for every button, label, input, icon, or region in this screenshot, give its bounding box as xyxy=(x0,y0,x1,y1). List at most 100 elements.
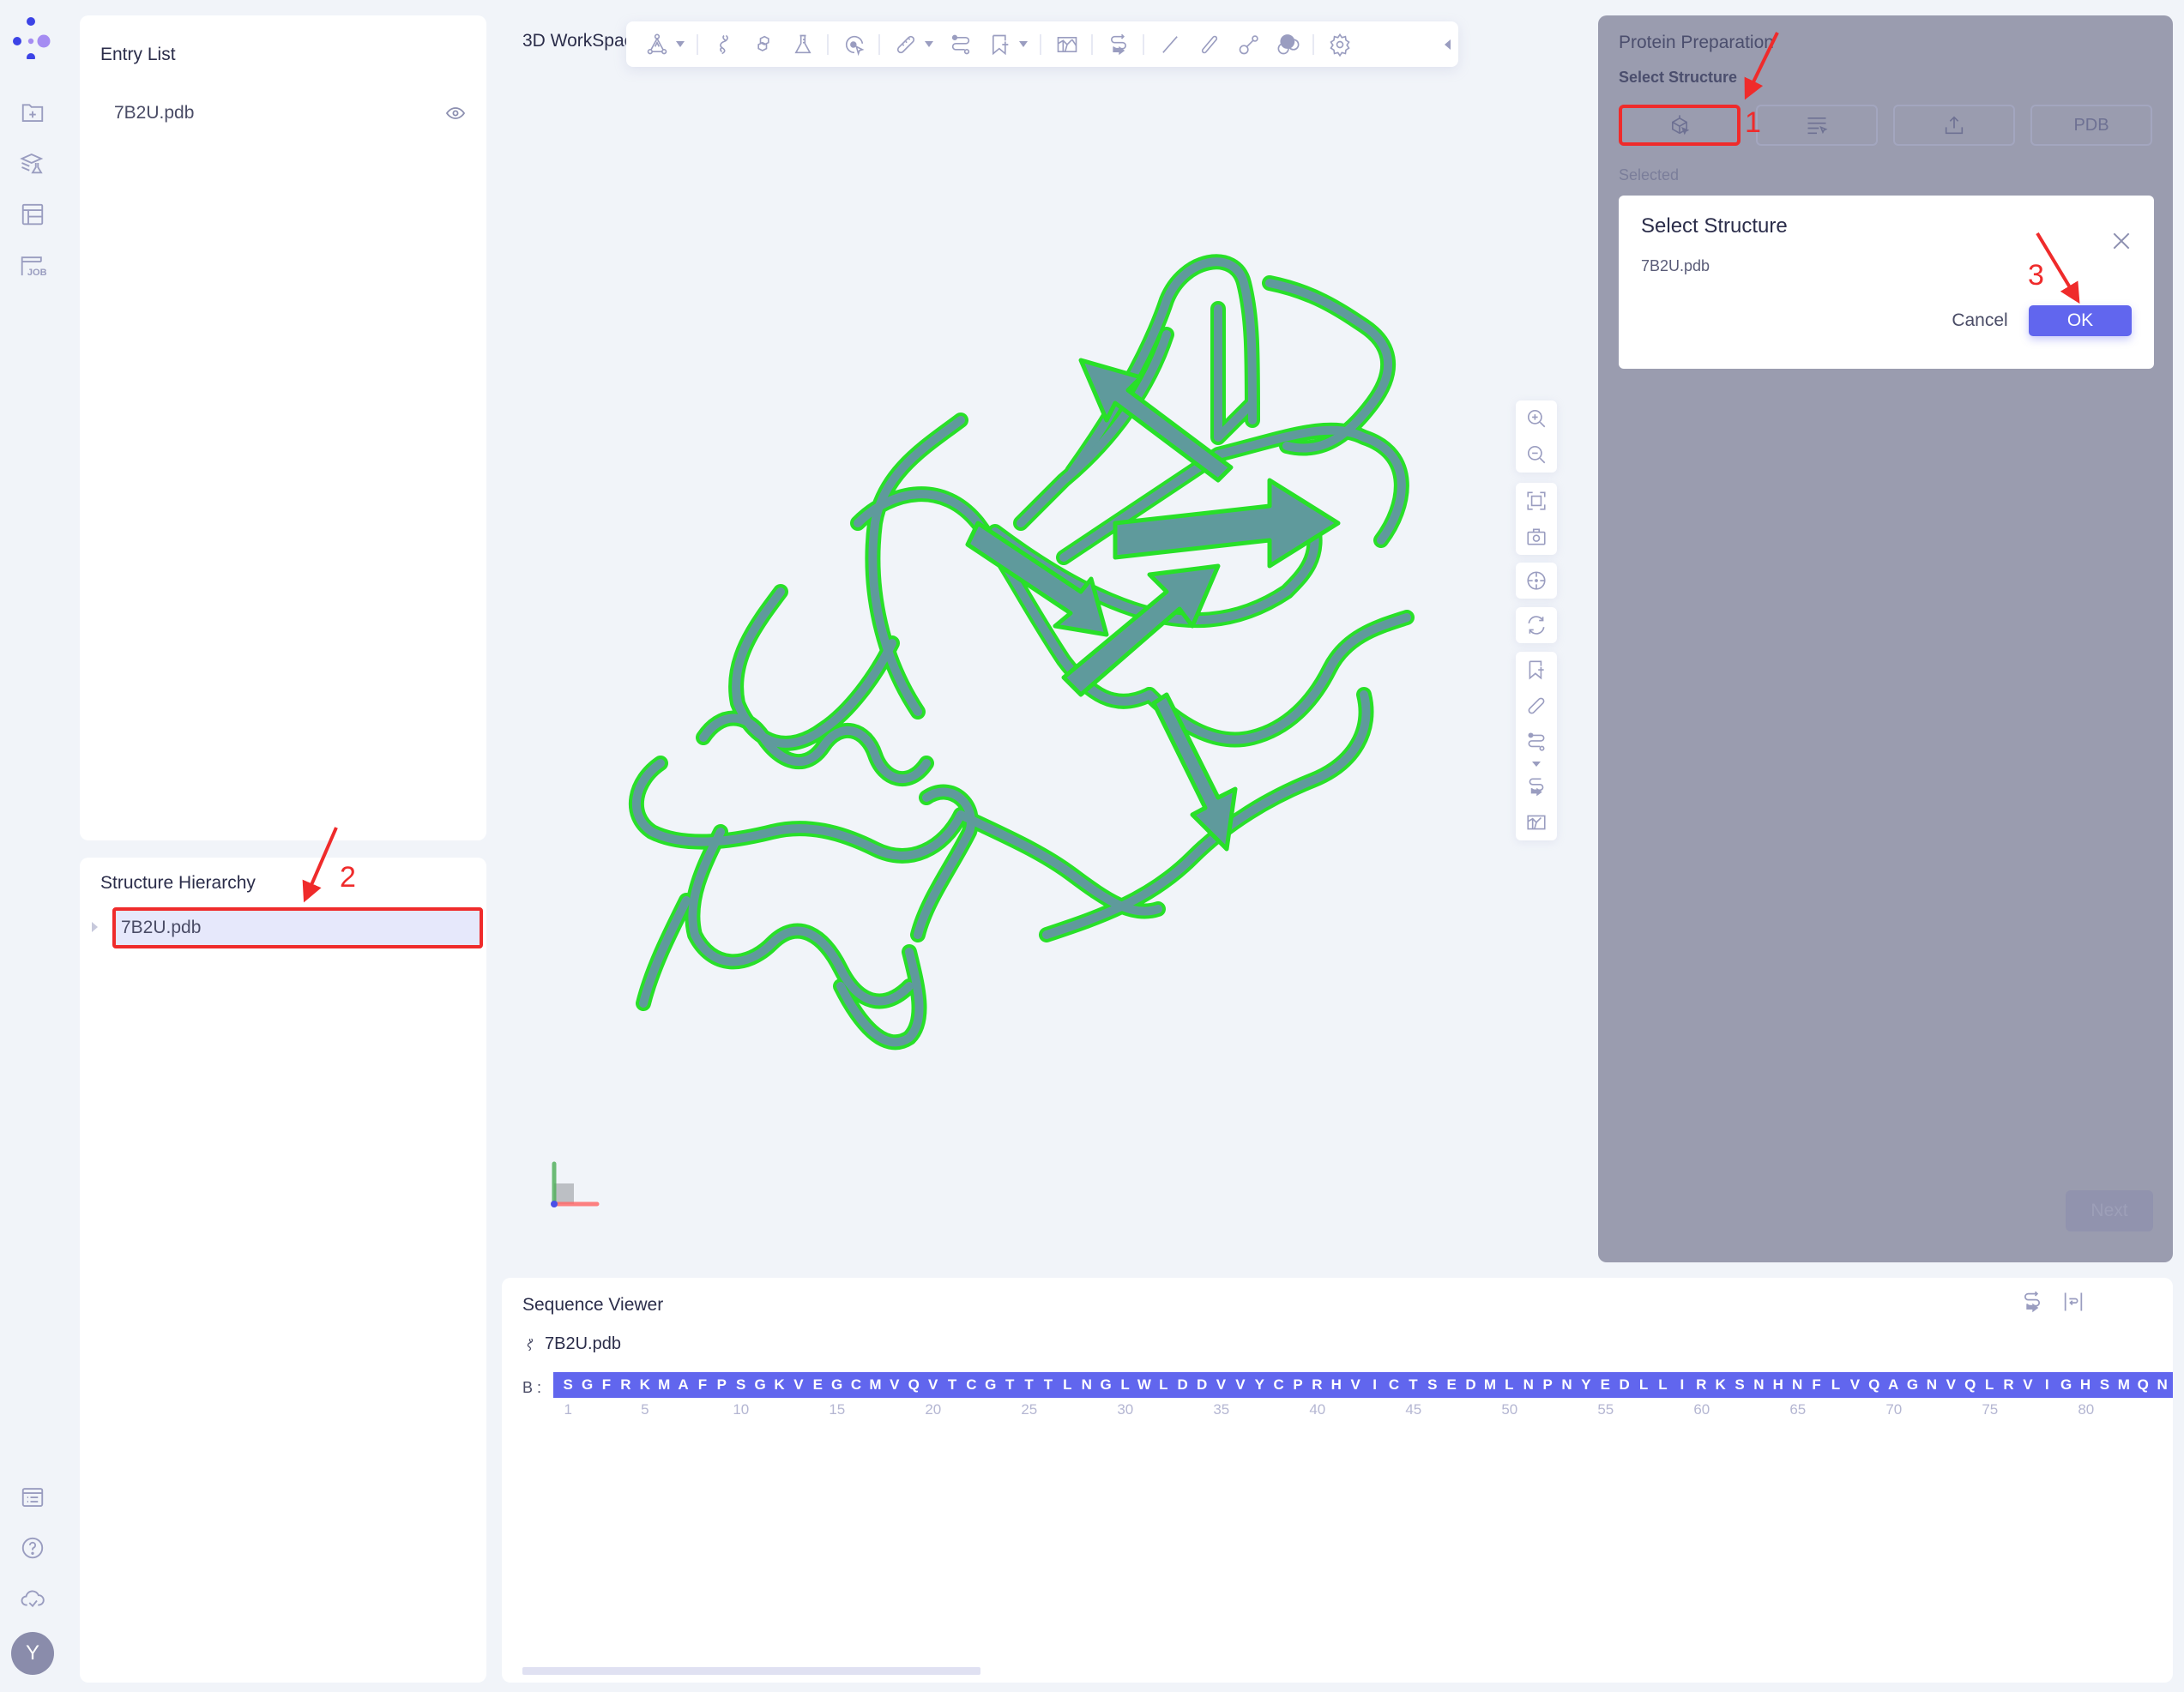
sequence-residue[interactable]: A xyxy=(673,1376,692,1394)
sequence-residue[interactable]: G xyxy=(981,1376,1000,1394)
sequence-residue[interactable]: L xyxy=(1115,1376,1134,1394)
measure-icon[interactable] xyxy=(1519,688,1554,724)
sequence-residue[interactable]: Q xyxy=(1961,1376,1980,1394)
wrap-icon[interactable] xyxy=(2061,1290,2085,1314)
sequence-residue[interactable]: N xyxy=(2152,1376,2171,1394)
molecule-viewer-canvas[interactable] xyxy=(515,77,1510,1261)
sequence-residue[interactable]: R xyxy=(616,1376,635,1394)
dropdown-caret-icon[interactable] xyxy=(1019,41,1028,47)
transform-icon[interactable] xyxy=(1103,29,1134,60)
sequence-residue[interactable]: G xyxy=(1096,1376,1115,1394)
measure-icon[interactable] xyxy=(890,29,921,60)
sequence-residue[interactable]: E xyxy=(808,1376,827,1394)
sequence-residue[interactable]: H xyxy=(2076,1376,2095,1394)
ok-button[interactable]: OK xyxy=(2029,305,2132,336)
user-avatar[interactable]: Y xyxy=(11,1632,54,1675)
next-button[interactable]: Next xyxy=(2066,1190,2153,1231)
sequence-residue[interactable]: N xyxy=(1922,1376,1941,1394)
sequence-residue[interactable]: Q xyxy=(2133,1376,2152,1394)
sequence-residue[interactable]: L xyxy=(1058,1376,1077,1394)
sequence-residue[interactable]: I xyxy=(1365,1376,1384,1394)
line-icon[interactable] xyxy=(1155,29,1186,60)
sequence-residue[interactable]: G xyxy=(1903,1376,1922,1394)
sequence-residue[interactable]: V xyxy=(1231,1376,1250,1394)
sequence-residue[interactable]: N xyxy=(1749,1376,1768,1394)
eye-icon[interactable] xyxy=(445,103,466,123)
job-icon[interactable]: JOB xyxy=(17,250,48,281)
sequence-residue[interactable]: V xyxy=(1346,1376,1365,1394)
sequence-residue[interactable]: R xyxy=(1692,1376,1710,1394)
settings-icon[interactable] xyxy=(1324,29,1355,60)
sequence-residue[interactable]: L xyxy=(1154,1376,1173,1394)
sequence-residue[interactable]: M xyxy=(655,1376,673,1394)
sequence-residue[interactable]: C xyxy=(1269,1376,1288,1394)
sequence-residue[interactable]: N xyxy=(1077,1376,1096,1394)
sequence-residue[interactable]: T xyxy=(1019,1376,1038,1394)
sequence-residue[interactable]: Q xyxy=(904,1376,923,1394)
sequence-residue[interactable]: S xyxy=(2095,1376,2114,1394)
close-icon[interactable] xyxy=(2110,230,2133,252)
atom-select-icon[interactable] xyxy=(642,29,673,60)
sequence-residue[interactable]: P xyxy=(712,1376,731,1394)
sequence-residue[interactable]: Y xyxy=(1577,1376,1596,1394)
path-icon[interactable] xyxy=(1519,724,1554,760)
sequence-residue[interactable]: Y xyxy=(1250,1376,1269,1394)
sequence-residue[interactable]: V xyxy=(1845,1376,1864,1394)
sequence-residue[interactable]: S xyxy=(1423,1376,1442,1394)
upload-button[interactable] xyxy=(1893,105,2015,146)
sequence-residue[interactable]: V xyxy=(1211,1376,1230,1394)
sequence-residue[interactable]: V xyxy=(885,1376,904,1394)
sequence-residue[interactable]: M xyxy=(866,1376,884,1394)
sequence-residue[interactable]: A xyxy=(1884,1376,1903,1394)
expand-caret-icon[interactable] xyxy=(92,922,98,932)
sequence-residue[interactable]: W xyxy=(1135,1376,1154,1394)
center-icon[interactable] xyxy=(1519,563,1554,599)
new-project-icon[interactable] xyxy=(17,97,48,128)
sequence-residue[interactable]: C xyxy=(847,1376,866,1394)
sequence-residue[interactable]: S xyxy=(1730,1376,1749,1394)
list-icon[interactable] xyxy=(17,1482,48,1513)
transform-icon[interactable] xyxy=(2020,1290,2044,1314)
path-icon[interactable] xyxy=(945,29,976,60)
sequence-file[interactable]: 7B2U.pdb xyxy=(522,1334,621,1354)
sequence-residue[interactable]: K xyxy=(636,1376,655,1394)
sequence-residue[interactable]: F xyxy=(597,1376,616,1394)
rotate-icon[interactable] xyxy=(1519,607,1554,643)
sequence-residue[interactable]: K xyxy=(1710,1376,1729,1394)
sequence-residue[interactable]: F xyxy=(1807,1376,1825,1394)
sequence-residue[interactable]: L xyxy=(1980,1376,1999,1394)
sequence-residue[interactable]: T xyxy=(943,1376,962,1394)
hierarchy-row[interactable]: 7B2U.pdb xyxy=(80,906,486,950)
sequence-residue[interactable]: D xyxy=(1614,1376,1633,1394)
sequence-residue[interactable]: R xyxy=(1307,1376,1326,1394)
sequence-residue[interactable]: I xyxy=(2037,1376,2056,1394)
ribbon-icon[interactable] xyxy=(709,29,739,60)
select-from-list-button[interactable] xyxy=(1756,105,1878,146)
sequence-residue[interactable]: L xyxy=(1826,1376,1845,1394)
sequence-residue[interactable]: R xyxy=(1999,1376,2018,1394)
sequence-residue[interactable]: F xyxy=(693,1376,712,1394)
help-icon[interactable] xyxy=(17,1532,48,1563)
sequence-residue[interactable]: L xyxy=(1653,1376,1672,1394)
sequence-residue[interactable]: M xyxy=(2115,1376,2133,1394)
sequence-residue[interactable]: L xyxy=(1634,1376,1653,1394)
bookmark-add-icon[interactable] xyxy=(985,29,1016,60)
fit-screen-icon[interactable] xyxy=(1519,483,1554,519)
sequence-residue[interactable]: H xyxy=(1327,1376,1346,1394)
sequence-residue[interactable]: S xyxy=(558,1376,577,1394)
sequence-residue[interactable]: T xyxy=(1403,1376,1422,1394)
dropdown-caret-icon[interactable] xyxy=(676,41,685,47)
dropdown-caret-icon[interactable] xyxy=(1532,762,1541,767)
sequence-residue[interactable]: G xyxy=(827,1376,846,1394)
zoom-in-icon[interactable] xyxy=(1519,400,1554,437)
zoom-out-icon[interactable] xyxy=(1519,437,1554,473)
sequence-residue[interactable]: H xyxy=(1769,1376,1788,1394)
transform-icon[interactable] xyxy=(1519,768,1554,804)
bookmark-add-icon[interactable] xyxy=(1519,652,1554,688)
sequence-residue[interactable]: V xyxy=(789,1376,808,1394)
sequence-residue[interactable]: N xyxy=(1519,1376,1538,1394)
sequence-residue[interactable]: T xyxy=(1039,1376,1058,1394)
horizontal-scrollbar[interactable] xyxy=(522,1667,980,1675)
sequence-residue[interactable]: G xyxy=(577,1376,596,1394)
sequence-residue[interactable]: G xyxy=(2056,1376,2075,1394)
